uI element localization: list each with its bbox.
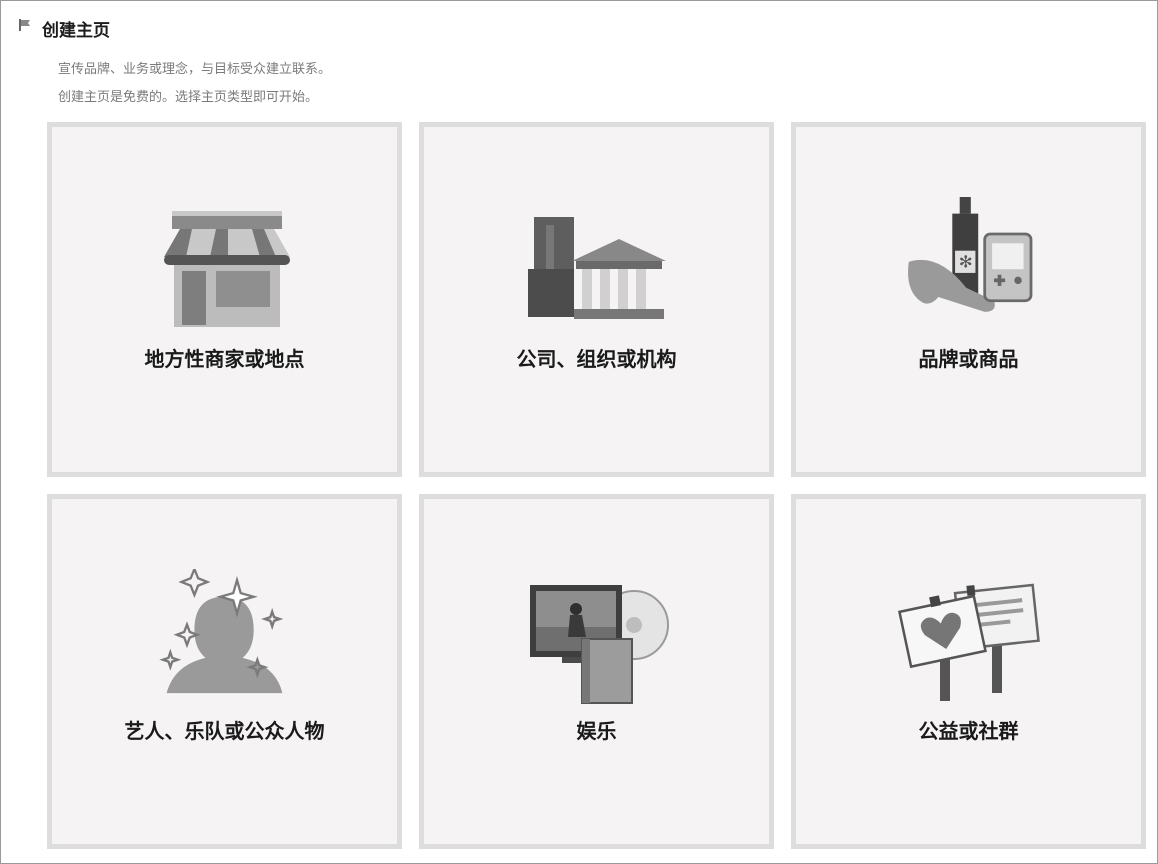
category-card-brand[interactable]: ✻ 品牌或商品: [791, 122, 1146, 477]
category-label: 公司、组织或机构: [516, 347, 677, 371]
category-card-company[interactable]: 公司、组织或机构: [419, 122, 774, 477]
public-figure-icon: [159, 569, 284, 694]
create-page-panel: 创建主页 宣传品牌、业务或理念，与目标受众建立联系。 创建主页是免费的。选择主页…: [0, 0, 1158, 864]
storefront-icon: [164, 211, 290, 327]
category-label: 地方性商家或地点: [144, 347, 305, 371]
category-label: 公益或社群: [918, 719, 1019, 743]
svg-text:✻: ✻: [959, 252, 973, 271]
category-label: 娱乐: [576, 719, 617, 743]
category-card-community[interactable]: 公益或社群: [791, 494, 1146, 849]
entertainment-icon: [530, 585, 669, 704]
page-title: 创建主页: [42, 21, 110, 41]
description-line-2: 创建主页是免费的。选择主页类型即可开始。: [58, 90, 319, 105]
buildings-icon: [528, 217, 666, 319]
category-card-local-business[interactable]: 地方性商家或地点: [47, 122, 402, 477]
community-icon: [897, 583, 1040, 701]
description-line-1: 宣传品牌、业务或理念，与目标受众建立联系。: [58, 62, 332, 77]
category-label: 品牌或商品: [918, 347, 1019, 371]
category-label: 艺人、乐队或公众人物: [124, 719, 325, 743]
products-icon: ✻: [908, 197, 1033, 312]
category-card-entertainment[interactable]: 娱乐: [419, 494, 774, 849]
category-card-public-figure[interactable]: 艺人、乐队或公众人物: [47, 494, 402, 849]
flag-icon: [19, 19, 30, 31]
